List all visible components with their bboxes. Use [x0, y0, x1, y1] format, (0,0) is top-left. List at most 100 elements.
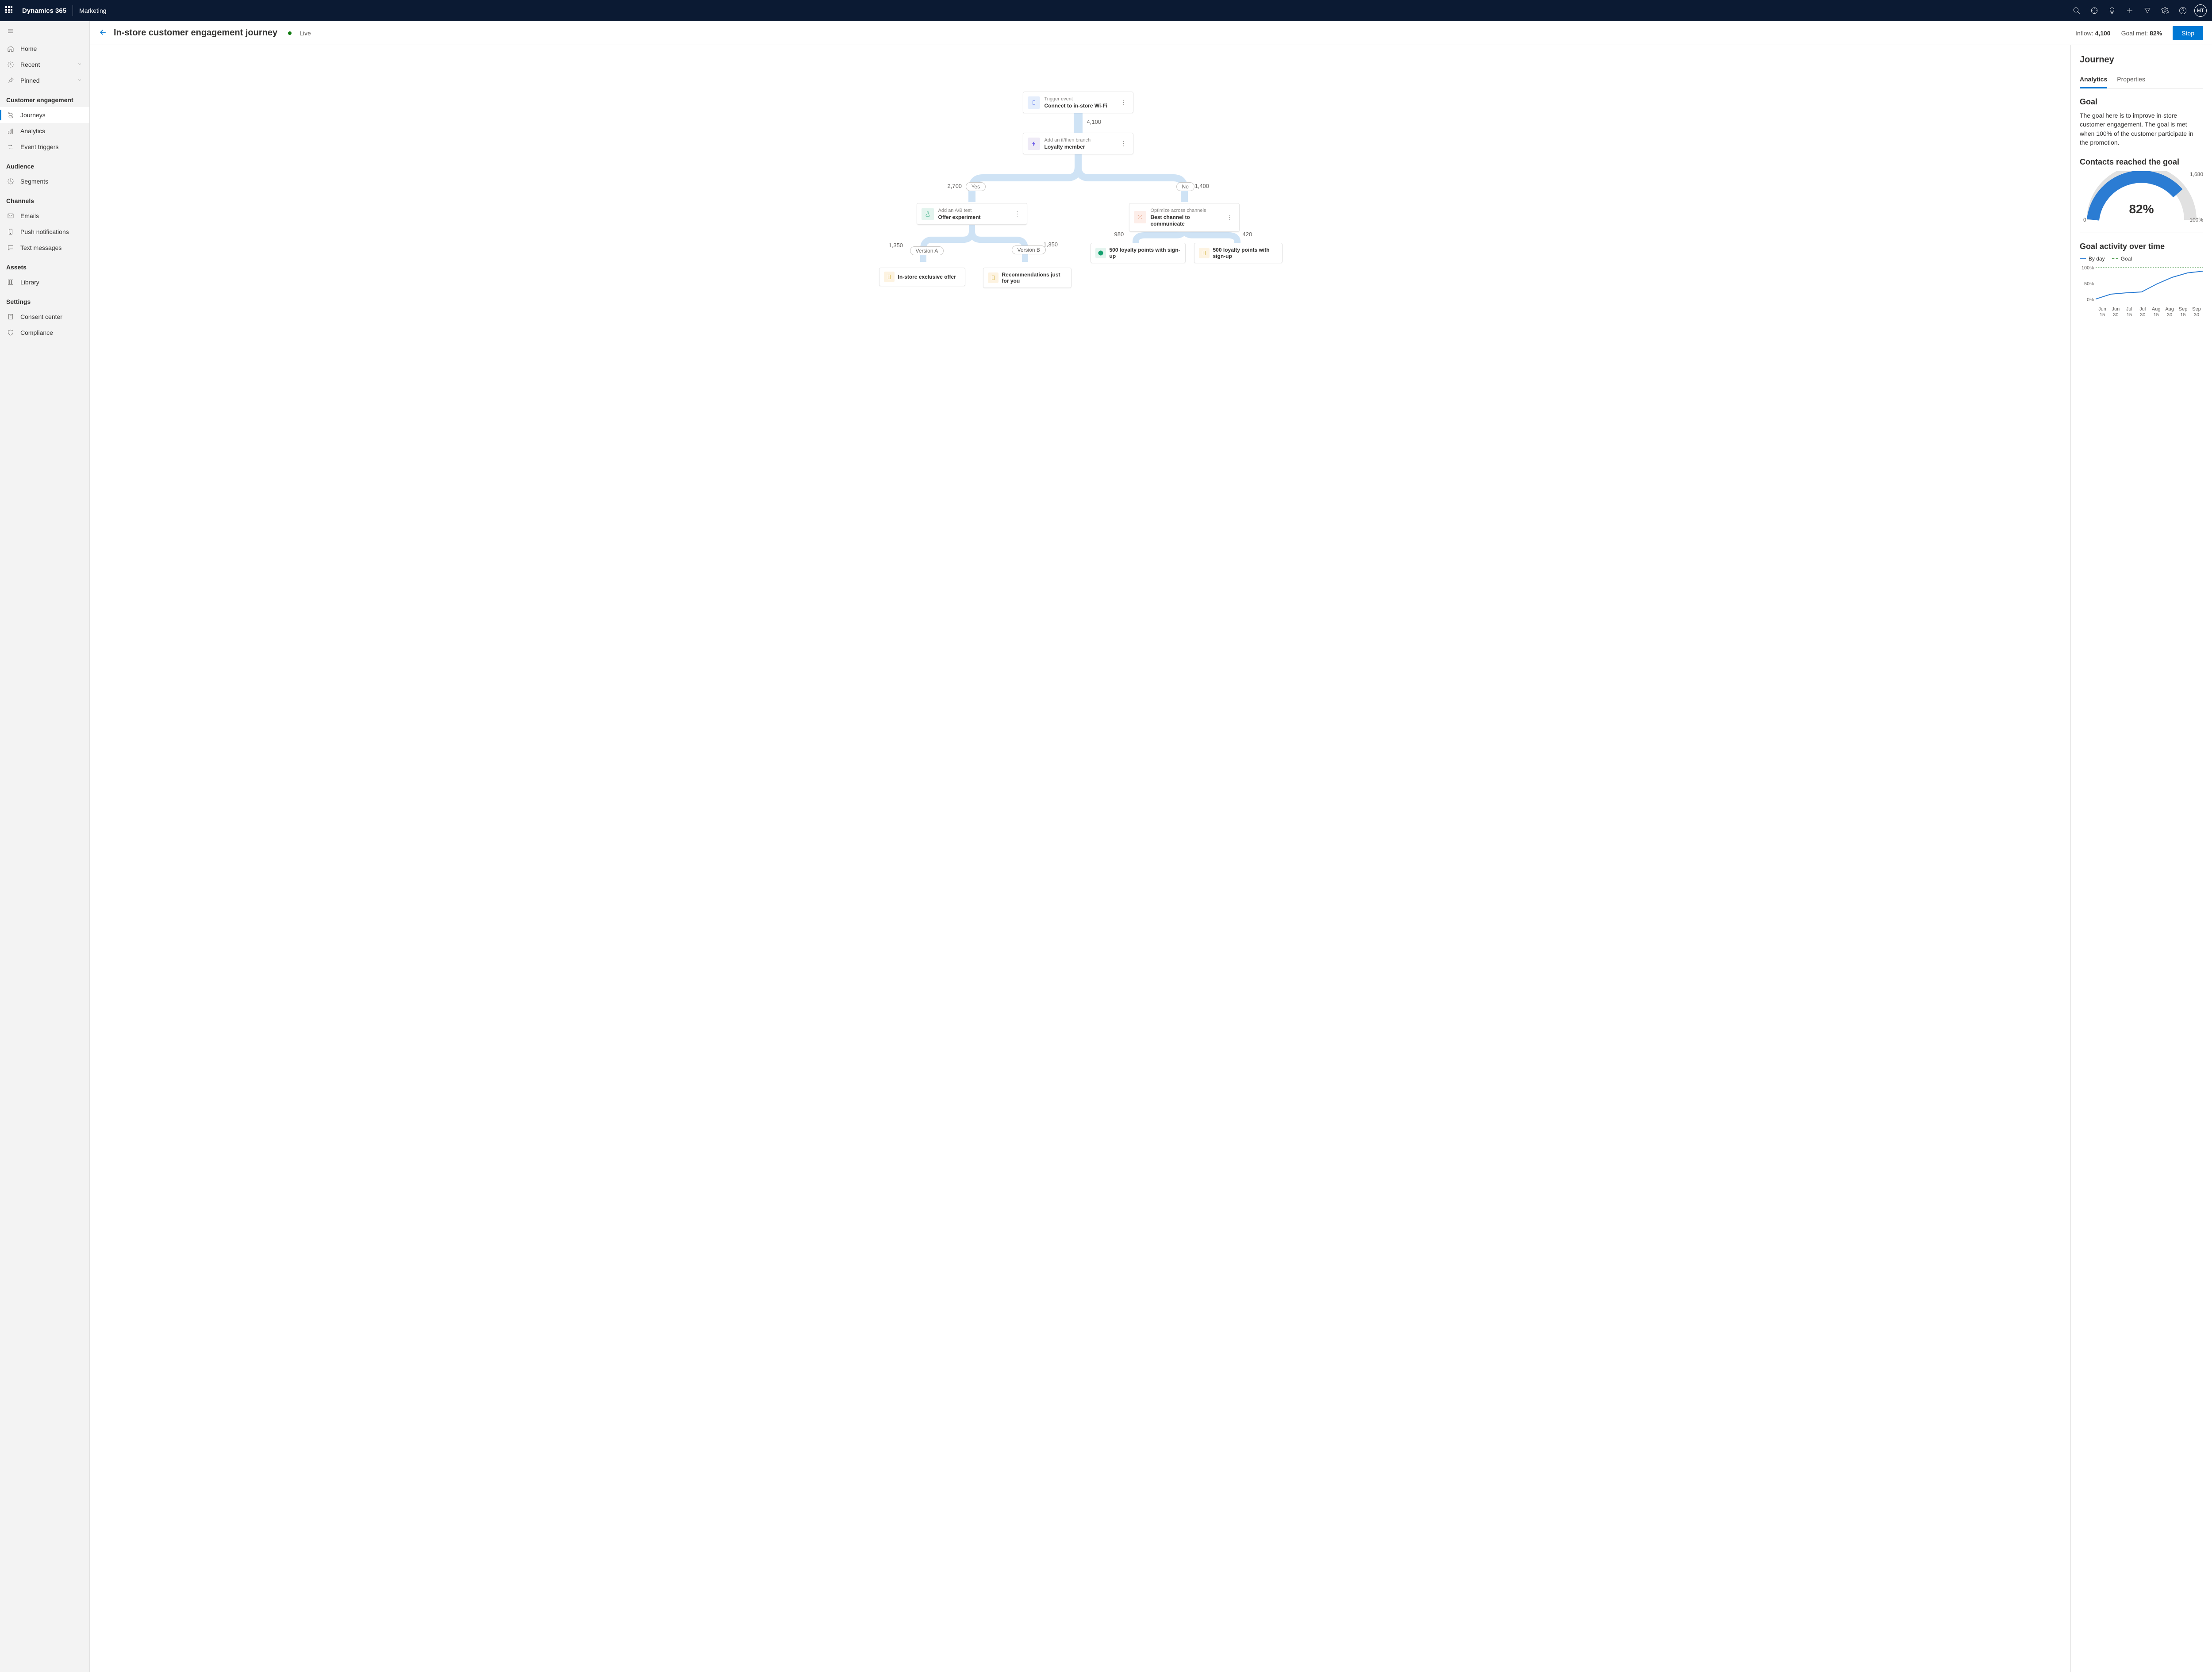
email-icon [7, 212, 14, 219]
settings-icon[interactable] [2156, 0, 2174, 21]
sidebar-item-pinned[interactable]: Pinned [0, 73, 89, 88]
section-audience: Audience [0, 155, 89, 173]
sidebar-item-segments[interactable]: Segments [0, 173, 89, 189]
stop-button[interactable]: Stop [2173, 26, 2203, 40]
filter-icon[interactable] [2139, 0, 2156, 21]
journey-icon [7, 111, 14, 119]
inflow-metric: Inflow: 4,100 [2075, 30, 2110, 37]
activity-heading: Goal activity over time [2080, 242, 2203, 251]
pill-version-a: Version A [910, 246, 944, 255]
sidebar-label: Analytics [20, 127, 45, 134]
sidebar-label: Event triggers [20, 143, 58, 150]
status-dot [288, 31, 292, 35]
sidebar-item-analytics[interactable]: Analytics [0, 123, 89, 139]
node-optimize[interactable]: Optimize across channelsBest channel to … [1129, 203, 1240, 232]
leaf-loyalty-2[interactable]: 500 loyalty points with sign-up [1194, 243, 1283, 263]
sidebar-item-library[interactable]: Library [0, 274, 89, 290]
library-icon [7, 279, 14, 286]
optimize-node-icon [1134, 211, 1146, 223]
home-icon [7, 45, 14, 52]
search-icon[interactable] [2068, 0, 2085, 21]
abtest-node-icon [922, 208, 934, 220]
sidebar-item-consent[interactable]: Consent center [0, 309, 89, 325]
panel-title: Journey [2080, 55, 2203, 65]
consent-icon [7, 313, 14, 320]
message-icon [7, 244, 14, 251]
section-customer-engagement: Customer engagement [0, 88, 89, 107]
plus-icon[interactable] [2121, 0, 2139, 21]
more-icon[interactable]: ⋮ [1013, 208, 1022, 219]
more-icon[interactable]: ⋮ [1119, 138, 1129, 149]
sidebar-item-home[interactable]: Home [0, 41, 89, 57]
gauge-hundred: 100% [2189, 217, 2203, 223]
tab-properties[interactable]: Properties [2117, 73, 2145, 88]
compliance-icon [7, 329, 14, 336]
gauge-chart: 82% 0 100% 1,680 [2080, 171, 2203, 233]
section-channels: Channels [0, 189, 89, 208]
journey-panel: Journey Analytics Properties Goal The go… [2070, 45, 2212, 1672]
sidebar-item-text[interactable]: Text messages [0, 240, 89, 256]
sidebar-item-event-triggers[interactable]: Event triggers [0, 139, 89, 155]
chevron-down-icon [77, 61, 82, 68]
sidebar-item-emails[interactable]: Emails [0, 208, 89, 224]
count-b: 1,350 [1044, 241, 1058, 248]
goal-metric: Goal met: 82% [2121, 30, 2162, 37]
segments-icon [7, 178, 14, 185]
avatar[interactable]: MT [2194, 4, 2207, 17]
pill-version-b: Version B [1012, 245, 1046, 254]
hamburger-icon[interactable] [0, 21, 89, 41]
sidebar-label: Segments [20, 178, 48, 185]
offer-icon [884, 272, 895, 282]
goal-description: The goal here is to improve in-store cus… [2080, 111, 2203, 147]
pill-no: No [1176, 182, 1194, 191]
sidebar-item-recent[interactable]: Recent [0, 57, 89, 73]
gauge-percent: 82% [2129, 202, 2154, 216]
app-launcher-icon[interactable] [5, 6, 14, 15]
sidebar-label: Emails [20, 212, 39, 219]
section-settings: Settings [0, 290, 89, 309]
node-abtest[interactable]: Add an A/B testOffer experiment ⋮ [917, 203, 1027, 225]
count-yes: 2,700 [948, 183, 962, 189]
offer-icon [988, 272, 998, 283]
trigger-node-icon [1028, 96, 1040, 109]
node-trigger[interactable]: Trigger eventConnect to in-store Wi-Fi ⋮ [1023, 92, 1133, 113]
count-inflow: 4,100 [1087, 119, 1102, 125]
trigger-icon [7, 143, 14, 150]
status-label: Live [300, 30, 311, 37]
sidebar-label: Journeys [20, 111, 46, 119]
help-icon[interactable] [2174, 0, 2192, 21]
sidebar-item-compliance[interactable]: Compliance [0, 325, 89, 341]
node-branch[interactable]: Add an if/then branchLoyalty member ⋮ [1023, 133, 1133, 154]
leaf-recommendations[interactable]: Recommendations just for you [983, 268, 1071, 288]
count-no: 1,400 [1195, 183, 1210, 189]
leaf-loyalty-1[interactable]: 500 loyalty points with sign-up [1091, 243, 1186, 263]
back-arrow-icon[interactable] [99, 28, 108, 38]
pill-yes: Yes [966, 182, 986, 191]
panel-tabs: Analytics Properties [2080, 73, 2203, 88]
gauge-reached: 1,680 [2190, 171, 2203, 177]
line-chart: 100% 50% 0% Jun15Jun30Jul15Jul30 Aug15Au… [2080, 265, 2203, 323]
sidebar-item-journeys[interactable]: Journeys [0, 107, 89, 123]
target-icon[interactable] [2085, 0, 2103, 21]
sidebar: Home Recent Pinned Customer engagement J… [0, 21, 90, 1672]
sidebar-label: Library [20, 279, 39, 286]
sidebar-label: Home [20, 45, 37, 52]
sidebar-label: Pinned [20, 77, 40, 84]
top-bar: Dynamics 365 Marketing MT [0, 0, 2212, 21]
sidebar-label: Consent center [20, 313, 62, 320]
leaf-instore-offer[interactable]: In-store exclusive offer [879, 268, 965, 286]
sidebar-item-push[interactable]: Push notifications [0, 224, 89, 240]
more-icon[interactable]: ⋮ [1119, 97, 1129, 108]
tab-analytics[interactable]: Analytics [2080, 73, 2107, 88]
pin-icon [7, 77, 14, 84]
journey-canvas[interactable]: Trigger eventConnect to in-store Wi-Fi ⋮… [90, 45, 2070, 1672]
more-icon[interactable]: ⋮ [1225, 212, 1235, 223]
clock-icon [7, 61, 14, 68]
gauge-zero: 0 [2083, 217, 2086, 223]
chevron-down-icon [77, 77, 82, 84]
lightbulb-icon[interactable] [2103, 0, 2121, 21]
goal-heading: Goal [2080, 97, 2203, 107]
sidebar-label: Push notifications [20, 228, 69, 235]
sidebar-label: Compliance [20, 329, 53, 336]
push-icon [7, 228, 14, 235]
